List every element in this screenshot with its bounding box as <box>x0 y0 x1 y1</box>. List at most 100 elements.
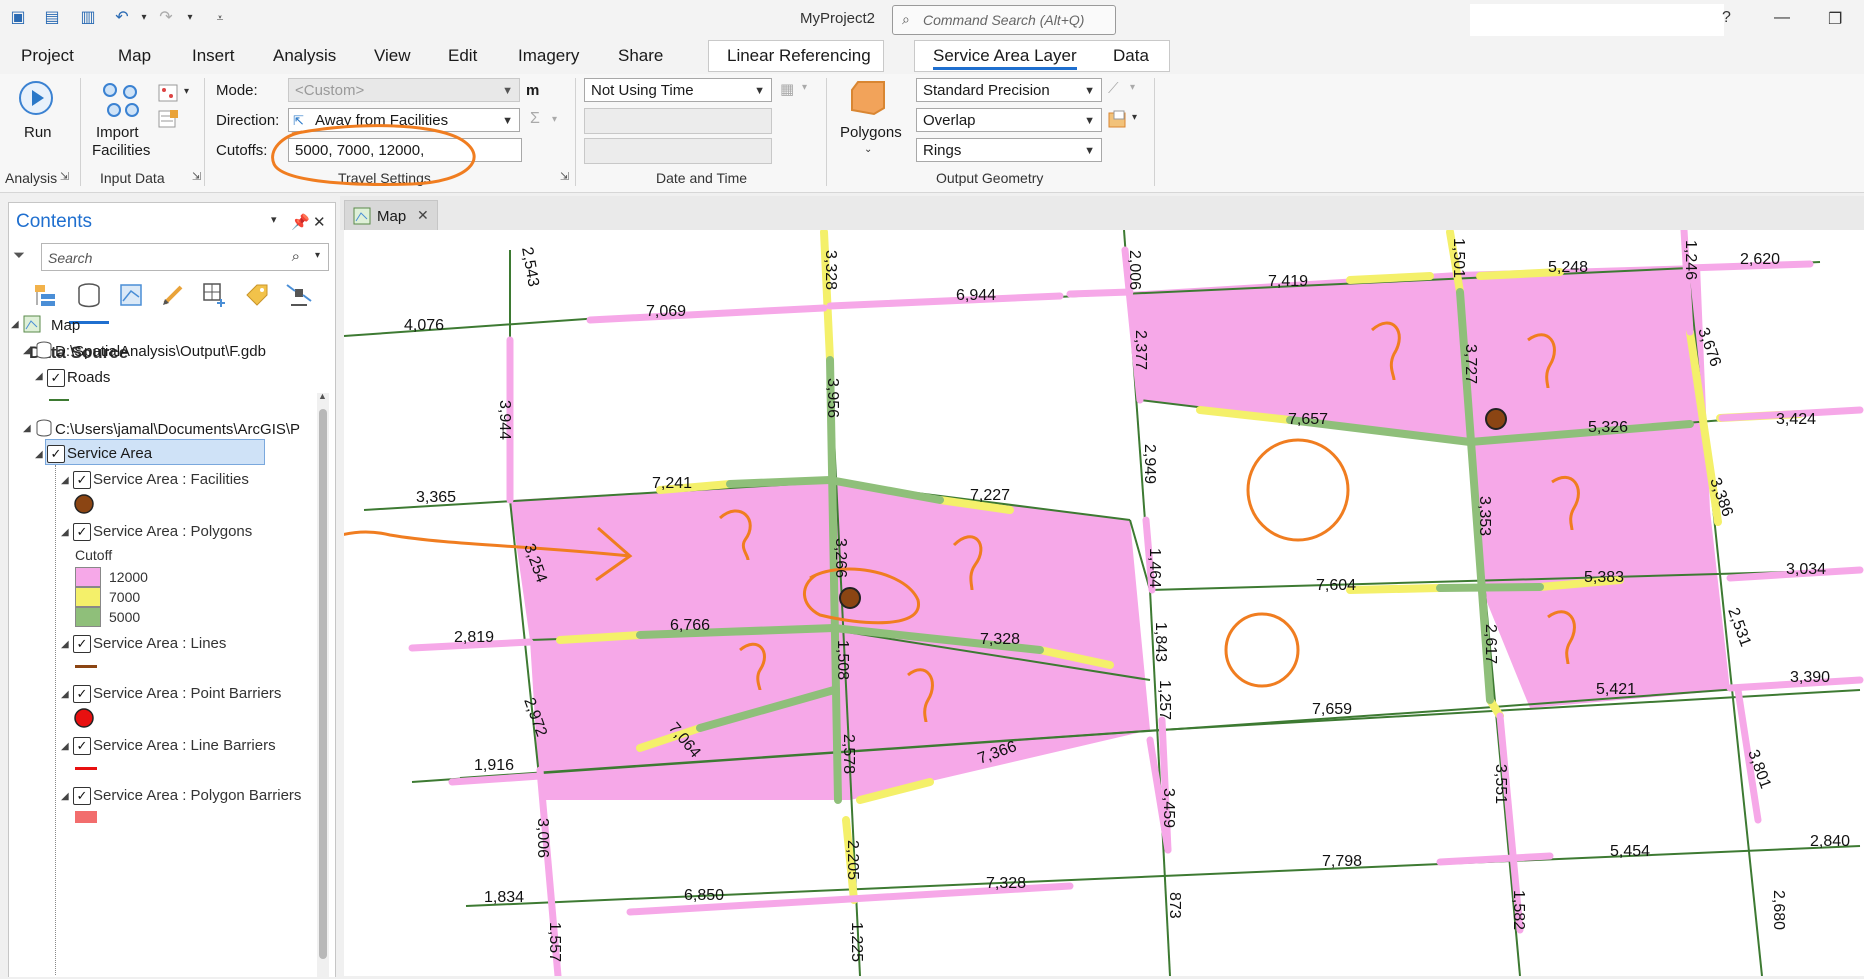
sum-icon[interactable]: Σ <box>530 110 540 128</box>
list-by-snapping-icon[interactable] <box>201 281 229 309</box>
polygon-barriers-checkbox[interactable]: ✓ <box>73 787 91 805</box>
tab-service-area-layer[interactable]: Service Area Layer <box>933 46 1077 70</box>
mode-select[interactable]: <Custom> ▼ <box>288 78 520 102</box>
map-view-tab[interactable]: Map ✕ <box>344 200 438 231</box>
line-generation-icon[interactable]: ⟋ <box>1108 80 1119 97</box>
line-barriers-checkbox[interactable]: ✓ <box>73 737 91 755</box>
collapse-icon[interactable]: ◢ <box>61 791 69 802</box>
tab-imagery[interactable]: Imagery <box>518 46 579 66</box>
redo-icon[interactable]: ↷ <box>156 8 176 28</box>
tab-map[interactable]: Map <box>118 46 151 66</box>
edit-attributes-button[interactable] <box>158 110 180 130</box>
list-by-data-source-icon[interactable] <box>75 281 103 309</box>
polygons-checkbox[interactable]: ✓ <box>73 523 91 541</box>
tree-item-facilities[interactable]: Service Area : Facilities <box>93 471 249 488</box>
contents-search-input[interactable]: Search ⌕ ▾ <box>41 243 329 271</box>
road-distance-label: 7,328 <box>980 631 1020 648</box>
output-settings-dropdown-icon[interactable]: ▾ <box>1132 112 1137 123</box>
tab-view[interactable]: View <box>374 46 411 66</box>
facilities-checkbox[interactable]: ✓ <box>73 471 91 489</box>
time-field[interactable] <box>584 138 772 164</box>
pin-icon[interactable]: 📌 <box>291 213 310 231</box>
scrollbar-thumb[interactable] <box>319 409 327 959</box>
minimize-button[interactable]: — <box>1774 9 1790 27</box>
list-by-labeling-icon[interactable] <box>243 281 271 309</box>
sum-dropdown-icon[interactable]: ▾ <box>552 114 557 125</box>
road-distance-label: 7,227 <box>970 487 1010 504</box>
save-project-icon[interactable]: ▥ <box>78 8 98 28</box>
polygons-dropdown-icon[interactable]: ⌄ <box>864 144 872 155</box>
collapse-icon[interactable]: ◢ <box>61 527 69 538</box>
precision-select[interactable]: Standard Precision ▼ <box>916 78 1102 102</box>
collapse-icon[interactable]: ◢ <box>11 319 19 330</box>
open-project-icon[interactable]: ▤ <box>42 8 62 28</box>
polygons-button[interactable] <box>850 80 886 116</box>
filter-icon[interactable]: ⏷ <box>13 247 25 264</box>
new-project-icon[interactable]: ▣ <box>8 8 28 28</box>
collapse-icon[interactable]: ◢ <box>61 639 69 650</box>
tab-project[interactable]: Project <box>21 46 74 66</box>
tree-item-map[interactable]: Map <box>51 317 80 334</box>
input-data-launcher-icon[interactable]: ⇲ <box>192 170 201 183</box>
add-points-dropdown-icon[interactable]: ▾ <box>184 86 189 97</box>
run-button[interactable] <box>18 80 54 116</box>
tab-edit[interactable]: Edit <box>448 46 477 66</box>
tree-item-service-area[interactable]: Service Area <box>67 445 152 462</box>
collapse-icon[interactable]: ◢ <box>35 371 43 382</box>
collapse-icon[interactable]: ◢ <box>23 345 31 356</box>
list-by-editing-icon[interactable] <box>159 281 187 309</box>
import-facilities-button[interactable] <box>98 80 142 120</box>
date-field[interactable] <box>584 108 772 134</box>
travel-settings-launcher-icon[interactable]: ⇲ <box>560 170 569 183</box>
collapse-icon[interactable]: ◢ <box>61 741 69 752</box>
tree-item-point-barriers[interactable]: Service Area : Point Barriers <box>93 685 281 702</box>
add-points-button[interactable] <box>158 84 180 104</box>
command-search-input[interactable]: ⌕ Command Search (Alt+Q) <box>892 5 1116 35</box>
map-tab-close[interactable]: ✕ <box>417 207 429 224</box>
tab-analysis[interactable]: Analysis <box>273 46 336 66</box>
output-settings-button[interactable] <box>1108 110 1128 130</box>
rings-select[interactable]: Rings ▼ <box>916 138 1102 162</box>
tree-item-roads[interactable]: Roads <box>67 369 110 386</box>
service-area-checkbox[interactable]: ✓ <box>47 445 65 463</box>
help-icon[interactable]: ? <box>1722 9 1731 27</box>
tab-linear-referencing[interactable]: Linear Referencing <box>708 40 884 72</box>
scroll-up-icon[interactable]: ▲ <box>318 391 327 401</box>
restore-button[interactable]: ❐ <box>1828 9 1842 29</box>
tree-item-lines[interactable]: Service Area : Lines <box>93 635 226 652</box>
tab-share[interactable]: Share <box>618 46 663 66</box>
point-barriers-checkbox[interactable]: ✓ <box>73 685 91 703</box>
undo-icon[interactable]: ↶ <box>112 8 132 28</box>
tree-item-polygon-barriers[interactable]: Service Area : Polygon Barriers <box>93 787 301 804</box>
lines-checkbox[interactable]: ✓ <box>73 635 91 653</box>
tree-item-polygons[interactable]: Service Area : Polygons <box>93 523 252 540</box>
calendar-dropdown-icon[interactable]: ▾ <box>802 82 807 93</box>
list-by-selection-icon[interactable] <box>117 281 145 309</box>
contents-scrollbar[interactable]: ▲ <box>317 391 329 977</box>
collapse-icon[interactable]: ◢ <box>61 475 69 486</box>
undo-dropdown-icon[interactable]: ▾ <box>134 8 154 28</box>
tab-data[interactable]: Data <box>1113 46 1149 66</box>
list-by-drawing-order-icon[interactable] <box>31 281 59 309</box>
collapse-icon[interactable]: ◢ <box>23 423 31 434</box>
tree-item-line-barriers[interactable]: Service Area : Line Barriers <box>93 737 276 754</box>
tree-item-gdb2[interactable]: C:\Users\jamal\Documents\ArcGIS\P <box>55 421 300 438</box>
collapse-icon[interactable]: ◢ <box>35 449 43 460</box>
map-canvas[interactable]: 2,543 3,328 2,006 1,501 1,246 2,620 5,248 7,419… <box>214 226 1864 979</box>
overlap-select[interactable]: Overlap ▼ <box>916 108 1102 132</box>
list-by-perspective-imagery-icon[interactable] <box>285 281 313 309</box>
tree-item-gdb1[interactable]: D:\SpatialAnalysis\Output\F.gdb <box>55 343 266 360</box>
time-select[interactable]: Not Using Time ▼ <box>584 78 772 102</box>
close-icon[interactable]: ✕ <box>313 213 326 231</box>
analysis-launcher-icon[interactable]: ⇲ <box>60 170 69 183</box>
pane-options-icon[interactable]: ▾ <box>271 213 277 226</box>
roads-checkbox[interactable]: ✓ <box>47 369 65 387</box>
tab-insert[interactable]: Insert <box>192 46 235 66</box>
map-view[interactable]: 2,543 3,328 2,006 1,501 1,246 2,620 5,248 7,419… <box>214 226 1864 979</box>
line-generation-dropdown-icon[interactable]: ▾ <box>1130 82 1135 93</box>
customize-toolbar-icon[interactable]: ⩡ <box>210 8 230 28</box>
calendar-icon[interactable]: ▦ <box>780 80 794 98</box>
redo-dropdown-icon[interactable]: ▾ <box>180 8 200 28</box>
search-options-icon[interactable]: ▾ <box>315 250 320 261</box>
collapse-icon[interactable]: ◢ <box>61 689 69 700</box>
